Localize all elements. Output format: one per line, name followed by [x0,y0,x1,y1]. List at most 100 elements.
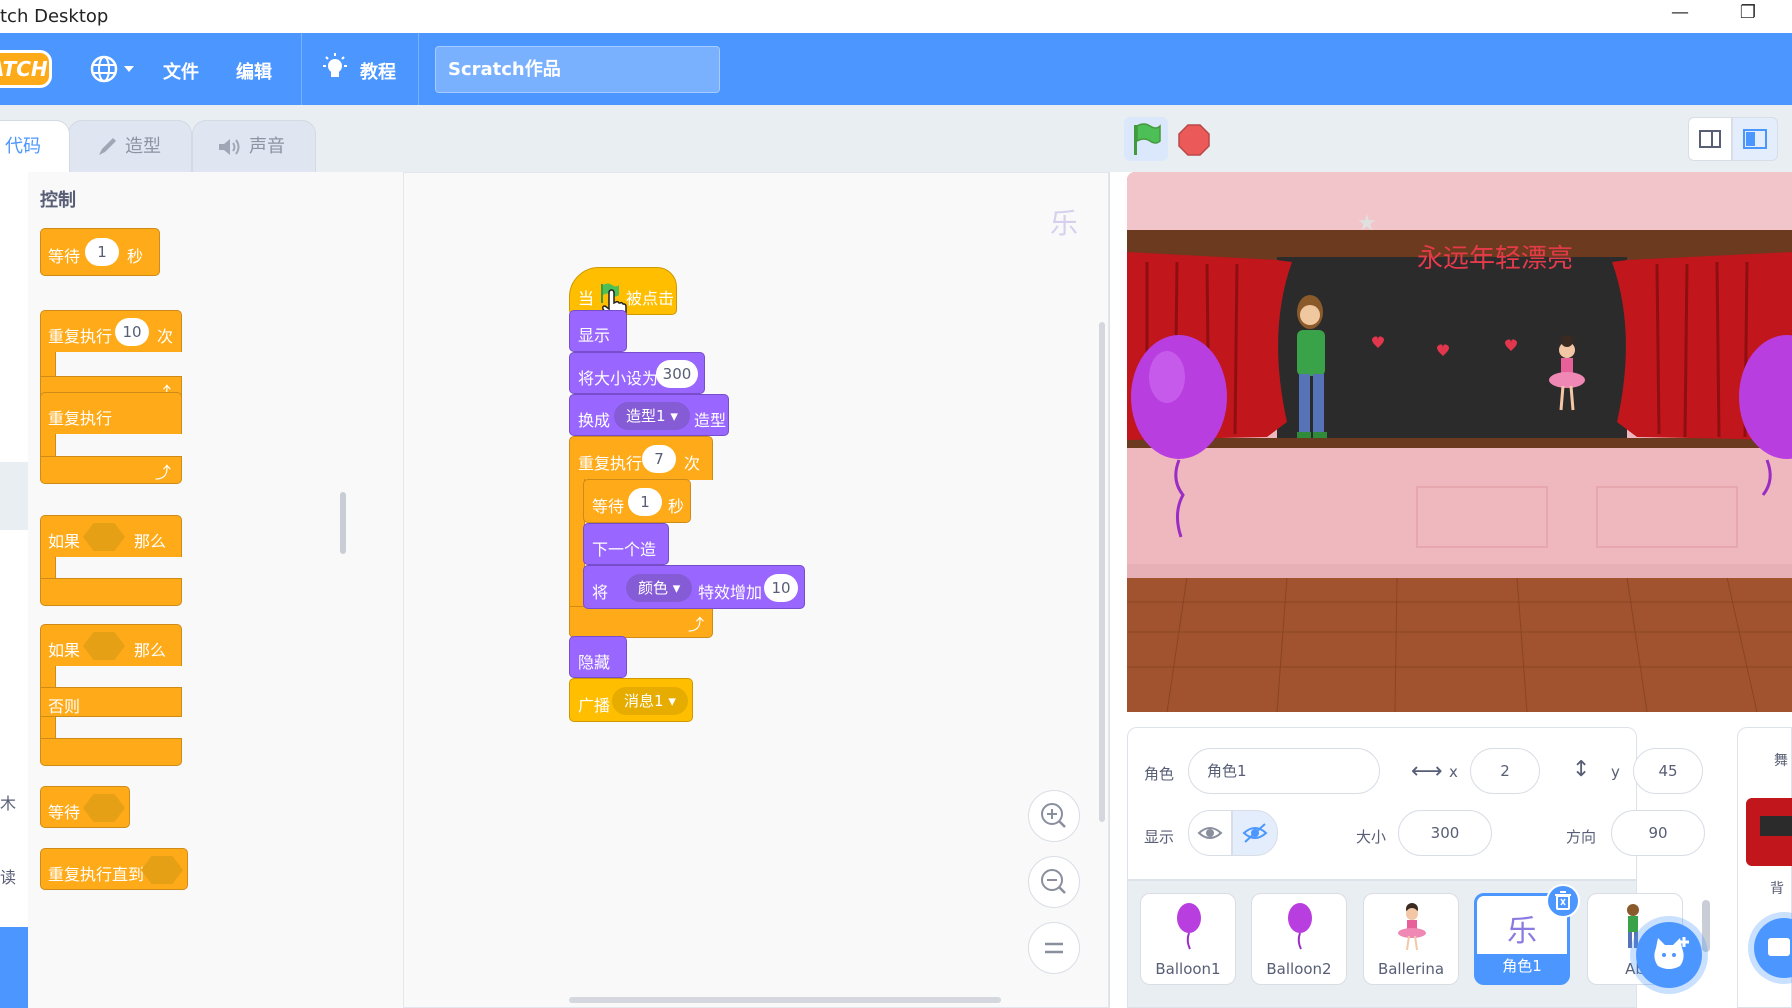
delete-sprite-button[interactable] [1546,884,1580,918]
block-label: 次 [684,454,701,473]
block-label: 重复执行直到 [48,865,145,884]
palette-forever-block[interactable]: 重复执行 [40,392,182,434]
block-label: 等待 [48,247,81,266]
svg-text:★: ★ [1357,211,1377,236]
ballerina-icon [1398,903,1426,951]
next-costume-block[interactable]: 下一个造型 [583,523,669,583]
sprite-tile-ballerina[interactable]: Ballerina [1363,893,1459,985]
block-input[interactable]: 300 [656,360,698,388]
palette-repeat-block[interactable]: 重复执行 10 次 [40,310,182,352]
minimize-button[interactable]: — [1660,2,1700,23]
size-input[interactable]: 300 [1398,810,1492,856]
stop-button[interactable] [1172,117,1216,161]
broadcast-block[interactable]: 广播 消息1 ▾ [569,678,693,722]
block-input[interactable]: 10 [764,574,798,602]
tab-costumes[interactable]: 造型 [68,120,192,172]
tab-sounds-label: 声音 [249,136,285,157]
language-menu[interactable] [88,53,138,85]
hide-block[interactable]: 隐藏 [569,636,627,678]
loop-arrow-icon: ⤴ [154,463,171,482]
tutorials-menu[interactable]: 教程 [320,53,400,85]
block-c-arm [40,434,56,458]
palette-wait-block[interactable]: 等待 1 秒 [40,228,160,276]
category-label[interactable]: 读 [0,864,16,888]
scratch-logo[interactable]: ATCH [0,50,52,88]
block-label: 被点击 [626,289,675,308]
tab-code[interactable]: 代码 [0,120,70,172]
x-input[interactable]: 2 [1470,748,1540,794]
boolean-slot[interactable] [83,523,125,551]
sprite-tile-balloon2[interactable]: Balloon2 [1251,893,1347,985]
y-arrows-icon: ↕ [1572,757,1591,782]
palette-repeat-until-block[interactable]: 重复执行直到 [40,848,188,890]
eye-slash-icon [1242,823,1268,843]
zoom-out-icon [1041,869,1066,894]
menu-divider [301,33,302,105]
palette-wait-until-block[interactable]: 等待 [40,786,130,828]
category-label[interactable]: 木 [0,790,16,814]
repeat-block[interactable]: 重复执行 7 次 [569,436,713,480]
edit-menu[interactable]: 编辑 [236,58,272,84]
direction-input[interactable]: 90 [1611,810,1705,856]
y-input[interactable]: 45 [1633,748,1703,794]
zoom-in-button[interactable] [1028,790,1080,842]
boolean-slot[interactable] [83,632,125,660]
message-dropdown[interactable]: 消息1 ▾ [612,687,688,715]
normal-stage-button[interactable] [1732,117,1778,161]
block-input[interactable]: 7 [642,445,676,473]
palette-if-block[interactable]: 如果 那么 [40,515,182,557]
set-size-block[interactable]: 将大小设为 300 [569,352,705,394]
x-label: x [1449,763,1458,781]
sprite-name-label: 角色 [1144,765,1175,783]
stage-selector-panel[interactable]: 舞 背 [1737,727,1792,1008]
workspace-vertical-scrollbar[interactable] [1099,322,1105,822]
sprite-tile-balloon1[interactable]: Balloon1 [1140,893,1236,985]
boolean-slot[interactable] [83,794,125,822]
hide-sprite-button[interactable] [1232,810,1278,856]
palette-category-title: 控制 [40,190,76,211]
stage-canvas[interactable]: ★ 永远年轻漂亮 [1127,172,1792,712]
workspace-horizontal-scrollbar[interactable] [569,997,1001,1003]
small-stage-button[interactable] [1688,117,1732,161]
sprite-list-scrollbar[interactable] [1702,900,1710,952]
block-input[interactable]: 1 [628,488,662,516]
category-selected-highlight[interactable] [0,462,28,530]
block-input[interactable]: 1 [85,238,119,266]
switch-costume-block[interactable]: 换成 造型1 ▾ 造型 [569,394,729,436]
boolean-slot[interactable] [141,856,183,884]
backdrop-thumbnail[interactable] [1746,798,1792,866]
dropdown-value: 消息1 [624,692,664,710]
extension-button[interactable] [0,927,28,1008]
dropdown-value: 颜色 [638,579,669,597]
zoom-reset-button[interactable] [1028,922,1080,974]
project-title-input[interactable]: Scratch作品 [435,46,720,93]
visibility-label: 显示 [1144,828,1175,846]
sprite-name: Ballerina [1377,960,1445,978]
tab-sounds[interactable]: 声音 [192,120,316,172]
block-input[interactable]: 10 [115,318,149,346]
costume-dropdown[interactable]: 造型1 ▾ [614,402,690,430]
wait-block[interactable]: 等待 1 秒 [583,479,691,523]
block-label: 重复执行 [48,409,113,428]
effect-dropdown[interactable]: 颜色 ▾ [626,574,693,602]
file-menu[interactable]: 文件 [163,58,199,84]
speaker-icon [219,139,240,155]
choose-backdrop-button[interactable] [1754,918,1792,978]
eye-icon [1197,827,1223,839]
green-flag-button[interactable] [1124,117,1168,161]
sprite-name-input[interactable]: 角色1 [1188,748,1380,794]
palette-scrollbar[interactable] [340,492,346,554]
globe-icon [90,55,134,83]
choose-sprite-button[interactable] [1636,922,1702,988]
palette-if-else-block[interactable]: 如果 那么 [40,624,182,666]
block-label: 将大小设为 [578,369,659,388]
code-workspace[interactable]: 乐 当 被点击 显示 将大小设为 300 换成 造型1 ▾ 造型 重复执行 7 … [403,172,1110,1008]
show-block[interactable]: 显示 [569,310,627,352]
block-c-foot: ⤴ [40,456,182,484]
block-c-foot: ⤴ [569,606,713,638]
change-effect-block[interactable]: 将 颜色 ▾ 特效增加 10 [583,565,805,609]
restore-button[interactable]: ❐ [1728,2,1768,23]
category-menu: 木 读 [0,172,29,1008]
zoom-out-button[interactable] [1028,856,1080,908]
show-sprite-button[interactable] [1188,810,1232,856]
